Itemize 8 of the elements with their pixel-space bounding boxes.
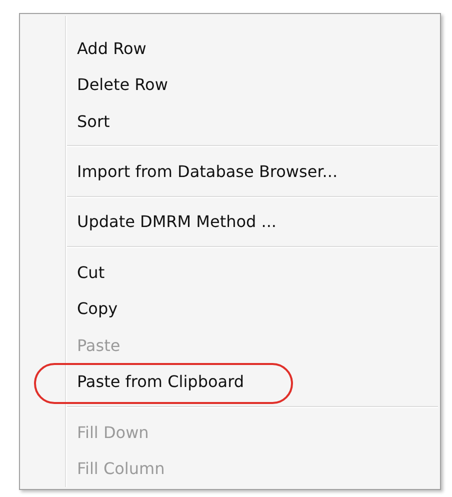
menu-item[interactable]: Delete Row bbox=[22, 66, 438, 104]
menu-item[interactable]: Update DMRM Method ... bbox=[22, 204, 438, 240]
menu-item[interactable]: Cut bbox=[22, 254, 438, 291]
menu-item[interactable]: Copy bbox=[22, 290, 438, 328]
menu-item[interactable]: Paste from Clipboard bbox=[22, 364, 438, 400]
menu-item[interactable]: Add Row bbox=[22, 30, 438, 67]
menu-item[interactable]: Import from Database Browser... bbox=[22, 153, 438, 190]
menu-item[interactable]: Sort bbox=[22, 103, 438, 140]
